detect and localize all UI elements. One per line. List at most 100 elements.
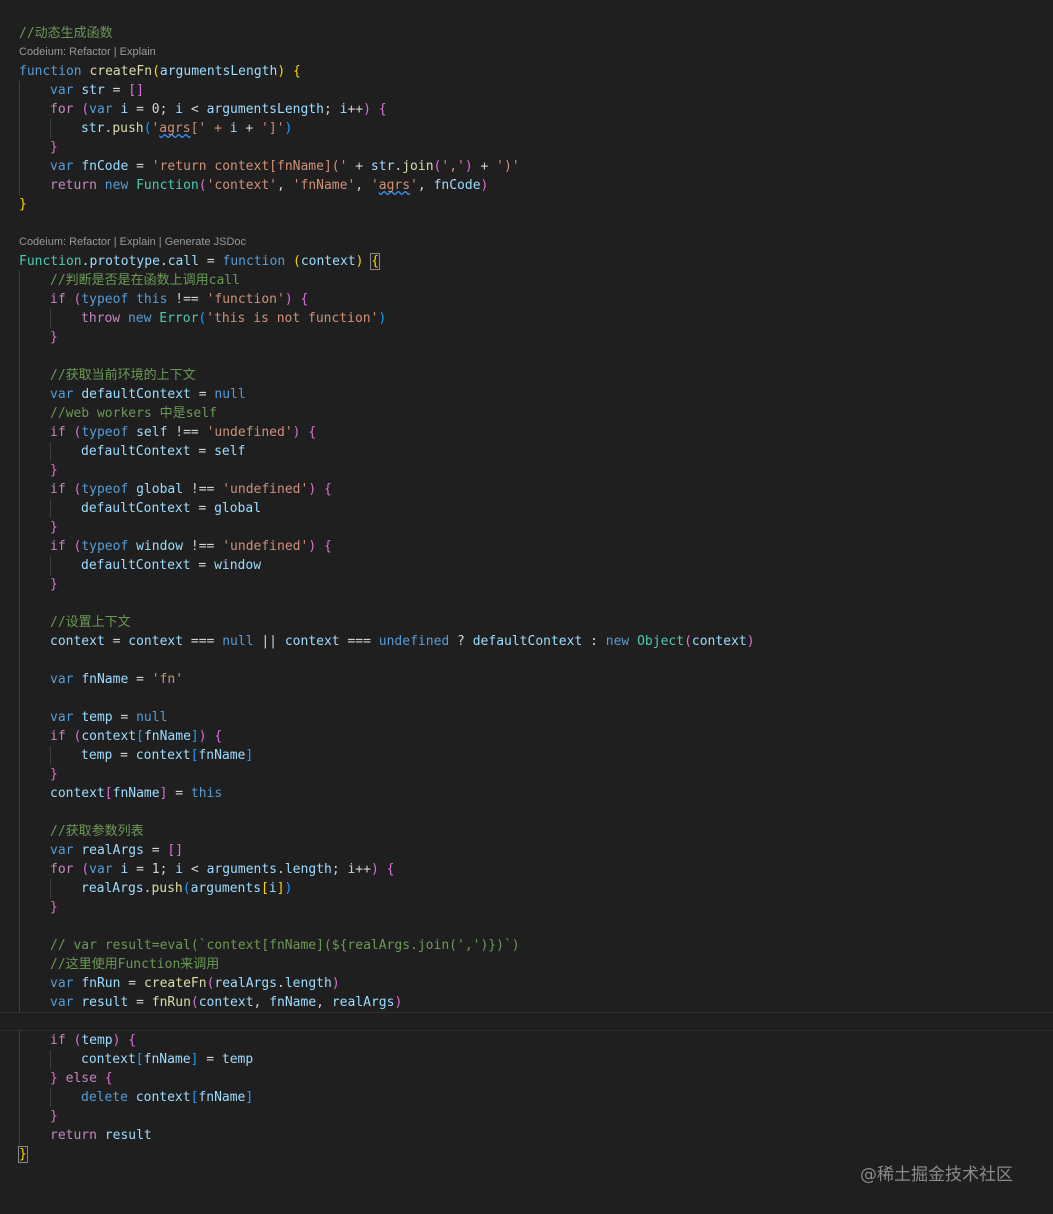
indent-guide [19, 879, 20, 898]
code-line: str.push('agrs[' + i + ']') [0, 119, 1053, 138]
indent-guide [19, 556, 20, 575]
code-line: //获取参数列表 [0, 822, 1053, 841]
code-identifier: fnName [143, 1052, 191, 1067]
indent-guide [50, 309, 51, 328]
code-line: return result [0, 1126, 1053, 1145]
indent-guide [19, 955, 20, 974]
code-bracket: ) [308, 482, 317, 497]
indent-guide [19, 309, 20, 328]
code-line: } [0, 1107, 1053, 1126]
code-bracket: { [323, 539, 332, 554]
code-punctuation: = [120, 976, 144, 991]
code-punctuation: === [339, 634, 379, 649]
code-identifier: fnName [198, 1090, 246, 1105]
indent-guide [19, 632, 20, 651]
watermark: @稀土掘金技术社区 [860, 1165, 1013, 1185]
code-bracket: ) [198, 729, 207, 744]
code-bracket: } [50, 1109, 58, 1124]
code-string: [' + [190, 121, 230, 136]
code-bracket: [ [261, 881, 269, 896]
code-identifier: context [284, 634, 340, 649]
code-identifier: fnName [198, 748, 246, 763]
code-punctuation [128, 482, 136, 497]
code-identifier: length [284, 862, 332, 877]
code-string: ',' [441, 159, 465, 174]
indent-guide [50, 499, 51, 518]
code-control-keyword: return [50, 1128, 97, 1143]
code-punctuation: , [355, 178, 371, 193]
code-punctuation: = [112, 748, 136, 763]
indent-guide [19, 594, 20, 613]
code-comment: //动态生成函数 [19, 26, 113, 41]
code-punctuation: + [472, 159, 497, 174]
code-identifier: global [214, 501, 262, 516]
code-control-keyword: if [50, 425, 66, 440]
indent-guide [19, 1088, 20, 1107]
indent-guide [50, 119, 51, 138]
code-keyword: typeof [81, 425, 129, 440]
code-line: delete context[fnName] [0, 1088, 1053, 1107]
code-punctuation [629, 634, 637, 649]
code-line: } [0, 138, 1053, 157]
code-punctuation: ? [449, 634, 473, 649]
code-function-name: createFn [143, 976, 207, 991]
code-string: 'this is not function' [206, 311, 379, 326]
code-line: } [0, 461, 1053, 480]
code-bracket: } [50, 463, 58, 478]
code-punctuation [97, 1071, 105, 1086]
code-punctuation: = [143, 843, 168, 858]
code-bracket: ) [464, 159, 473, 174]
code-punctuation: = [190, 501, 215, 516]
code-identifier: defaultContext [81, 501, 191, 516]
codelens-text[interactable]: Codeium: Refactor | Explain | Generate J… [19, 236, 246, 248]
code-line: if (temp) { [0, 1031, 1053, 1050]
indent-guide [19, 803, 20, 822]
current-line [0, 1012, 1053, 1031]
code-editor[interactable]: //动态生成函数 Codeium: Refactor | Explain funct… [0, 24, 1053, 1164]
code-punctuation [285, 64, 293, 79]
code-identifier: realArgs [81, 881, 144, 896]
code-line: Function.prototype.call = function (cont… [0, 252, 1053, 271]
code-bracket: ) [308, 539, 317, 554]
code-punctuation: = 0; [128, 102, 176, 117]
code-punctuation: , [417, 178, 434, 193]
code-punctuation [97, 178, 105, 193]
code-bracket: ) [284, 121, 293, 136]
codelens-actions[interactable]: Codeium: Refactor | Explain [0, 43, 1053, 62]
code-comment: //获取当前环境的上下文 [50, 368, 196, 383]
code-punctuation: = [128, 995, 152, 1010]
code-bracket: ( [292, 254, 301, 269]
code-line [0, 689, 1053, 708]
codelens-text[interactable]: Codeium: Refactor | Explain [19, 46, 156, 58]
code-control-keyword: if [50, 292, 66, 307]
code-bracket: [] [128, 83, 144, 98]
code-punctuation [293, 292, 301, 307]
code-punctuation: = [104, 83, 129, 98]
code-punctuation: , [253, 995, 270, 1010]
code-line: //判断是否是在函数上调用call [0, 271, 1053, 290]
code-bracket: } [50, 767, 58, 782]
code-keyword: function [222, 254, 286, 269]
code-line: var realArgs = [] [0, 841, 1053, 860]
code-control-keyword: for [50, 102, 74, 117]
code-keyword: undefined [378, 634, 450, 649]
code-keyword: null [222, 634, 254, 649]
code-bracket: ) [284, 292, 293, 307]
code-comment: //获取参数列表 [50, 824, 144, 839]
code-identifier: length [284, 976, 332, 991]
code-punctuation: . [277, 862, 285, 877]
codelens-actions[interactable]: Codeium: Refactor | Explain | Generate J… [0, 233, 1053, 252]
code-line: //这里使用Function来调用 [0, 955, 1053, 974]
indent-guide [19, 385, 20, 404]
code-bracket: [ [136, 729, 144, 744]
code-keyword: new [104, 178, 129, 193]
code-string: 'fnName' [292, 178, 356, 193]
code-type-name: Function [19, 254, 82, 269]
indent-guide [19, 537, 20, 556]
code-string: 'fn' [151, 672, 184, 687]
code-identifier: context [135, 1090, 191, 1105]
code-control-keyword: if [50, 729, 66, 744]
code-identifier: i [229, 121, 238, 136]
indent-guide [19, 575, 20, 594]
code-identifier: fnName [143, 729, 191, 744]
